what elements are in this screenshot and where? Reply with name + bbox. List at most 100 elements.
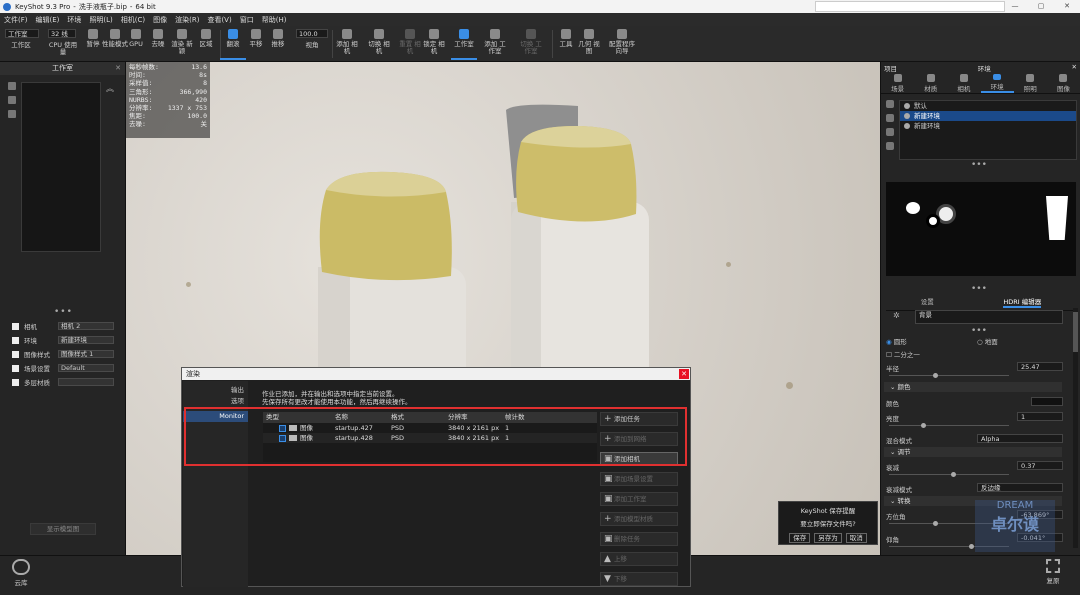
add-camera-button[interactable]: 添加 相机: [334, 29, 360, 55]
view-angle-button[interactable]: 视角: [299, 42, 325, 49]
adjust-section[interactable]: ⌄ 调节: [884, 447, 1062, 457]
tab-settings[interactable]: 设置: [921, 296, 934, 308]
duplicate-icon[interactable]: [886, 114, 894, 122]
menu-help[interactable]: 帮助(H): [258, 15, 291, 25]
add-environment-icon[interactable]: [886, 100, 894, 108]
add-model-material-button[interactable]: + 添加模型材质: [600, 512, 678, 526]
minimize-icon[interactable]: —: [1002, 0, 1028, 13]
cpu-thread-select[interactable]: 32 线: [48, 29, 76, 38]
list-item[interactable]: 默认: [900, 101, 1076, 111]
cancel-button[interactable]: 取消: [845, 533, 867, 543]
workspace-button[interactable]: 工作区: [8, 42, 34, 49]
multilayer-select[interactable]: [58, 378, 114, 386]
delete-icon[interactable]: [8, 96, 16, 104]
title-search-box[interactable]: [815, 1, 1005, 12]
checkbox[interactable]: [12, 322, 19, 330]
add-scene-settings-button[interactable]: ▣ 添加场景设置: [600, 472, 678, 486]
tab-hdri-editor[interactable]: HDRI 编辑器: [1003, 296, 1042, 308]
tab-scene[interactable]: 场景: [881, 72, 914, 93]
list-item[interactable]: 新建环境: [900, 121, 1076, 131]
copy-icon[interactable]: [886, 128, 894, 136]
nav-output[interactable]: 输出: [183, 385, 248, 396]
color-swatch[interactable]: [1031, 397, 1063, 406]
switch-camera-button[interactable]: 切换 相机: [366, 29, 392, 55]
checkbox[interactable]: [12, 364, 19, 372]
geometry-view-button[interactable]: 几何 视图: [576, 29, 602, 55]
reset-camera-button[interactable]: 重置 相机: [397, 29, 423, 55]
nav-options[interactable]: 选项: [183, 396, 248, 407]
studio-button[interactable]: 工作室: [451, 29, 477, 60]
menu-camera[interactable]: 相机(C): [117, 15, 149, 25]
hdri-preview[interactable]: [886, 182, 1076, 276]
tab-image[interactable]: 图像: [1047, 72, 1080, 93]
menu-file[interactable]: 文件(F): [0, 15, 32, 25]
cpu-usage-button[interactable]: CPU 使用量: [46, 42, 80, 56]
color-section[interactable]: ⌄ 颜色: [884, 382, 1062, 392]
studio-list[interactable]: [21, 82, 101, 252]
menu-image[interactable]: 图像: [149, 15, 171, 25]
splitter-dots[interactable]: •••: [971, 284, 987, 294]
save-button[interactable]: 保存: [789, 533, 811, 543]
tab-lighting[interactable]: 照明: [1014, 72, 1047, 93]
tab-environment[interactable]: 环境: [980, 72, 1014, 93]
workspace-select[interactable]: 工作室: [5, 29, 39, 38]
close-icon[interactable]: ✕: [679, 369, 689, 379]
collapse-icon[interactable]: ︽: [106, 83, 114, 94]
menu-lighting[interactable]: 照明(L): [85, 15, 116, 25]
slider-handle[interactable]: [933, 373, 938, 378]
delete-task-button[interactable]: ▣ 删除任务: [600, 532, 678, 546]
close-icon[interactable]: ✕: [1054, 0, 1080, 13]
splitter-dots[interactable]: •••: [971, 160, 987, 170]
menu-environment[interactable]: 环境: [63, 15, 85, 25]
radius-slider[interactable]: [889, 375, 1009, 376]
falloff-mode-select[interactable]: 反边缘: [977, 483, 1063, 492]
scene-settings-select[interactable]: Default: [58, 364, 114, 372]
brightness-field[interactable]: 1: [1017, 412, 1063, 421]
slider-handle[interactable]: [933, 521, 938, 526]
menu-edit[interactable]: 编辑(E): [32, 15, 64, 25]
right-panel-scrollbar[interactable]: [1073, 308, 1078, 548]
dolly-button[interactable]: 推移: [265, 29, 291, 48]
render-region-button[interactable]: 渲染 新颖: [169, 29, 195, 55]
panel-close-icon[interactable]: ✕: [115, 62, 121, 75]
delete-icon[interactable]: [886, 142, 894, 150]
restore-button[interactable]: 复原: [1046, 559, 1060, 585]
falloff-slider[interactable]: [889, 474, 1009, 475]
list-item[interactable]: 新建环境: [900, 111, 1076, 121]
region-button[interactable]: 区域: [193, 29, 219, 48]
switch-studio-button[interactable]: 切换 工作室: [518, 29, 544, 55]
menu-window[interactable]: 窗口: [236, 15, 258, 25]
checkbox[interactable]: [12, 336, 19, 344]
camera-select[interactable]: 相机 2: [58, 322, 114, 330]
tab-material[interactable]: 材质: [914, 72, 947, 93]
show-model-button[interactable]: 显示模型图: [30, 523, 96, 535]
add-studio-button[interactable]: ▣ 添加工作室: [600, 492, 678, 506]
shadow-option[interactable]: ◉ 圆形: [886, 336, 907, 346]
cloud-library-button[interactable]: 云库: [12, 559, 30, 587]
brightness-slider[interactable]: [889, 425, 1009, 426]
tab-camera[interactable]: 相机: [947, 72, 980, 93]
menu-render[interactable]: 渲染(R): [171, 15, 203, 25]
environment-select[interactable]: 新建环境: [58, 336, 114, 344]
maximize-icon[interactable]: ▢: [1028, 0, 1054, 13]
splitter-dots[interactable]: •••: [971, 326, 987, 336]
save-as-button[interactable]: 另存为: [814, 533, 842, 543]
ground-option[interactable]: ○ 地面: [977, 336, 998, 346]
half-checkbox[interactable]: ☐ 二分之一: [886, 349, 920, 359]
splitter-dots[interactable]: •••: [54, 307, 73, 317]
configurator-wizard-button[interactable]: 配置程序 向导: [605, 29, 639, 55]
image-style-select[interactable]: 图像样式 1: [58, 350, 114, 358]
panel-close-icon[interactable]: ✕: [1072, 63, 1077, 71]
blend-select[interactable]: Alpha: [977, 434, 1063, 443]
add-studio-button[interactable]: 添加 工作室: [482, 29, 508, 55]
zoom-field[interactable]: 100.0: [296, 29, 328, 38]
move-down-button[interactable]: ▼ 下移: [600, 572, 678, 586]
slider-handle[interactable]: [921, 423, 926, 428]
gear-icon[interactable]: ✲: [893, 311, 900, 320]
move-up-button[interactable]: ▲ 上移: [600, 552, 678, 566]
lock-camera-button[interactable]: 锁定 相机: [421, 29, 447, 55]
slider-handle[interactable]: [951, 472, 956, 477]
slider-handle[interactable]: [969, 544, 974, 549]
checkbox[interactable]: [12, 350, 19, 358]
settings-icon[interactable]: [8, 110, 16, 118]
